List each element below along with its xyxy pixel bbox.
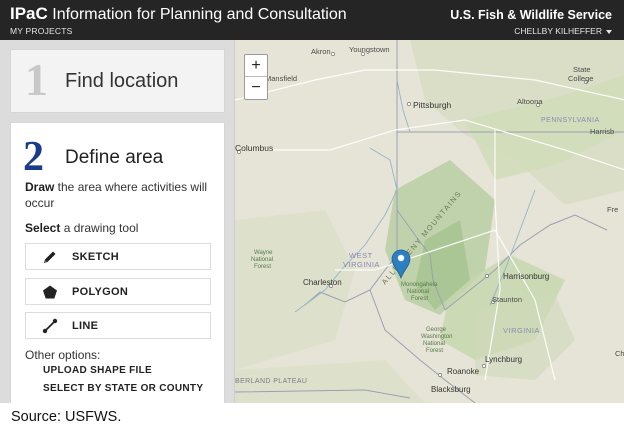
city-dot bbox=[482, 364, 486, 368]
map-label-harrisburg: Harrisb bbox=[590, 127, 614, 136]
left-panel: 1 Find location 2 Define area Draw the a… bbox=[0, 40, 234, 403]
zoom-in-button[interactable]: + bbox=[245, 55, 267, 77]
tool-label: SKETCH bbox=[72, 251, 120, 263]
tool-label: LINE bbox=[72, 320, 99, 332]
map-label-pittsburgh: Pittsburgh bbox=[413, 100, 452, 110]
source-caption: Source: USFWS. bbox=[11, 409, 122, 425]
map-label-harrisonburg: Harrisonburg bbox=[503, 272, 549, 281]
step-title: Find location bbox=[65, 70, 179, 92]
map-label-roanoke: Roanoke bbox=[447, 367, 480, 376]
step-define-area: 2 Define area Draw the area where activi… bbox=[10, 122, 225, 403]
map-label-college: College bbox=[568, 74, 593, 83]
polygon-tool-button[interactable]: POLYGON bbox=[25, 278, 211, 305]
map-label-blacksburg: Blacksburg bbox=[431, 385, 471, 394]
caret-down-icon bbox=[606, 29, 612, 34]
city-dot bbox=[407, 102, 411, 106]
map-label-edge-ch: Ch bbox=[615, 349, 624, 358]
sketch-tool-button[interactable]: SKETCH bbox=[25, 243, 211, 270]
zoom-control: + − bbox=[244, 54, 268, 100]
map-label-gw-forest: Forest bbox=[426, 348, 443, 354]
select-bold: Select bbox=[25, 221, 61, 235]
map-label-akron: Akron bbox=[311, 47, 331, 56]
zoom-out-button[interactable]: − bbox=[245, 77, 267, 99]
map-label-pennsylvania: PENNSYLVANIA bbox=[541, 117, 600, 124]
map-label-youngstown: Youngstown bbox=[349, 45, 390, 54]
map-label-wv-virginia: VIRGINIA bbox=[343, 260, 380, 269]
map-label-staunton: Staunton bbox=[492, 295, 522, 304]
select-by-state-link[interactable]: SELECT BY STATE OR COUNTY bbox=[43, 383, 203, 394]
agency-name: U.S. Fish & Wildlife Service bbox=[450, 8, 612, 22]
city-dot bbox=[331, 52, 335, 56]
step-number: 2 bbox=[23, 134, 44, 180]
top-bar: IPaC Information for Planning and Consul… bbox=[0, 0, 624, 40]
my-projects-link[interactable]: MY PROJECTS bbox=[10, 26, 73, 36]
map-label-lynchburg: Lynchburg bbox=[485, 355, 522, 364]
select-rest: a drawing tool bbox=[60, 221, 139, 235]
user-name: CHELLBY KILHEFFER bbox=[514, 26, 602, 36]
map-view[interactable]: Akron Youngstown Mansfield State College… bbox=[234, 40, 624, 403]
other-options-label: Other options: bbox=[25, 348, 101, 362]
desc-bold: Draw bbox=[25, 180, 55, 194]
user-menu[interactable]: CHELLBY KILHEFFER bbox=[514, 26, 612, 36]
map-label-edge-fre: Fre bbox=[607, 205, 618, 214]
city-dot bbox=[485, 274, 489, 278]
line-icon bbox=[42, 318, 58, 334]
map-label-plateau: BERLAND PLATEAU bbox=[235, 378, 307, 385]
step-number: 1 bbox=[25, 54, 48, 105]
brand-long: Information for Planning and Consultatio… bbox=[52, 6, 347, 23]
map-label-columbus: Columbus bbox=[235, 143, 273, 153]
map-label-mansfield: Mansfield bbox=[265, 74, 297, 83]
pencil-icon bbox=[44, 251, 56, 263]
map-label-state: State bbox=[573, 65, 591, 74]
upload-shape-file-link[interactable]: UPLOAD SHAPE FILE bbox=[43, 365, 152, 376]
step-find-location[interactable]: 1 Find location bbox=[10, 49, 225, 113]
map-label-charleston: Charleston bbox=[303, 278, 342, 287]
map-label-mon-forest: Forest bbox=[411, 296, 428, 302]
step-title: Define area bbox=[65, 147, 164, 168]
pentagon-icon bbox=[43, 285, 57, 299]
map-label-west: WEST bbox=[349, 251, 373, 260]
brand-short: IPaC bbox=[10, 4, 48, 23]
map-label-monongahela: Monongahela bbox=[401, 282, 438, 288]
map-label-virginia: VIRGINIA bbox=[503, 326, 540, 335]
map-label-wayne-forest: Forest bbox=[254, 264, 271, 270]
line-tool-button[interactable]: LINE bbox=[25, 312, 211, 339]
step-description: Draw the area where activities will occu… bbox=[25, 179, 220, 211]
map-label-altoona: Altoona bbox=[517, 97, 543, 106]
city-dot bbox=[438, 373, 442, 377]
map-label-wayne-national: National bbox=[251, 257, 273, 263]
map-label-washington: Washington bbox=[421, 334, 452, 340]
map-label-mon-national: National bbox=[407, 289, 429, 295]
map-canvas: Akron Youngstown Mansfield State College… bbox=[235, 40, 624, 403]
map-label-george: George bbox=[426, 327, 447, 333]
map-label-wayne: Wayne bbox=[254, 250, 273, 256]
map-label-gw-national: National bbox=[423, 341, 445, 347]
app-title[interactable]: IPaC Information for Planning and Consul… bbox=[10, 4, 347, 24]
select-tool-prompt: Select a drawing tool bbox=[25, 221, 138, 235]
tool-label: POLYGON bbox=[72, 286, 129, 298]
